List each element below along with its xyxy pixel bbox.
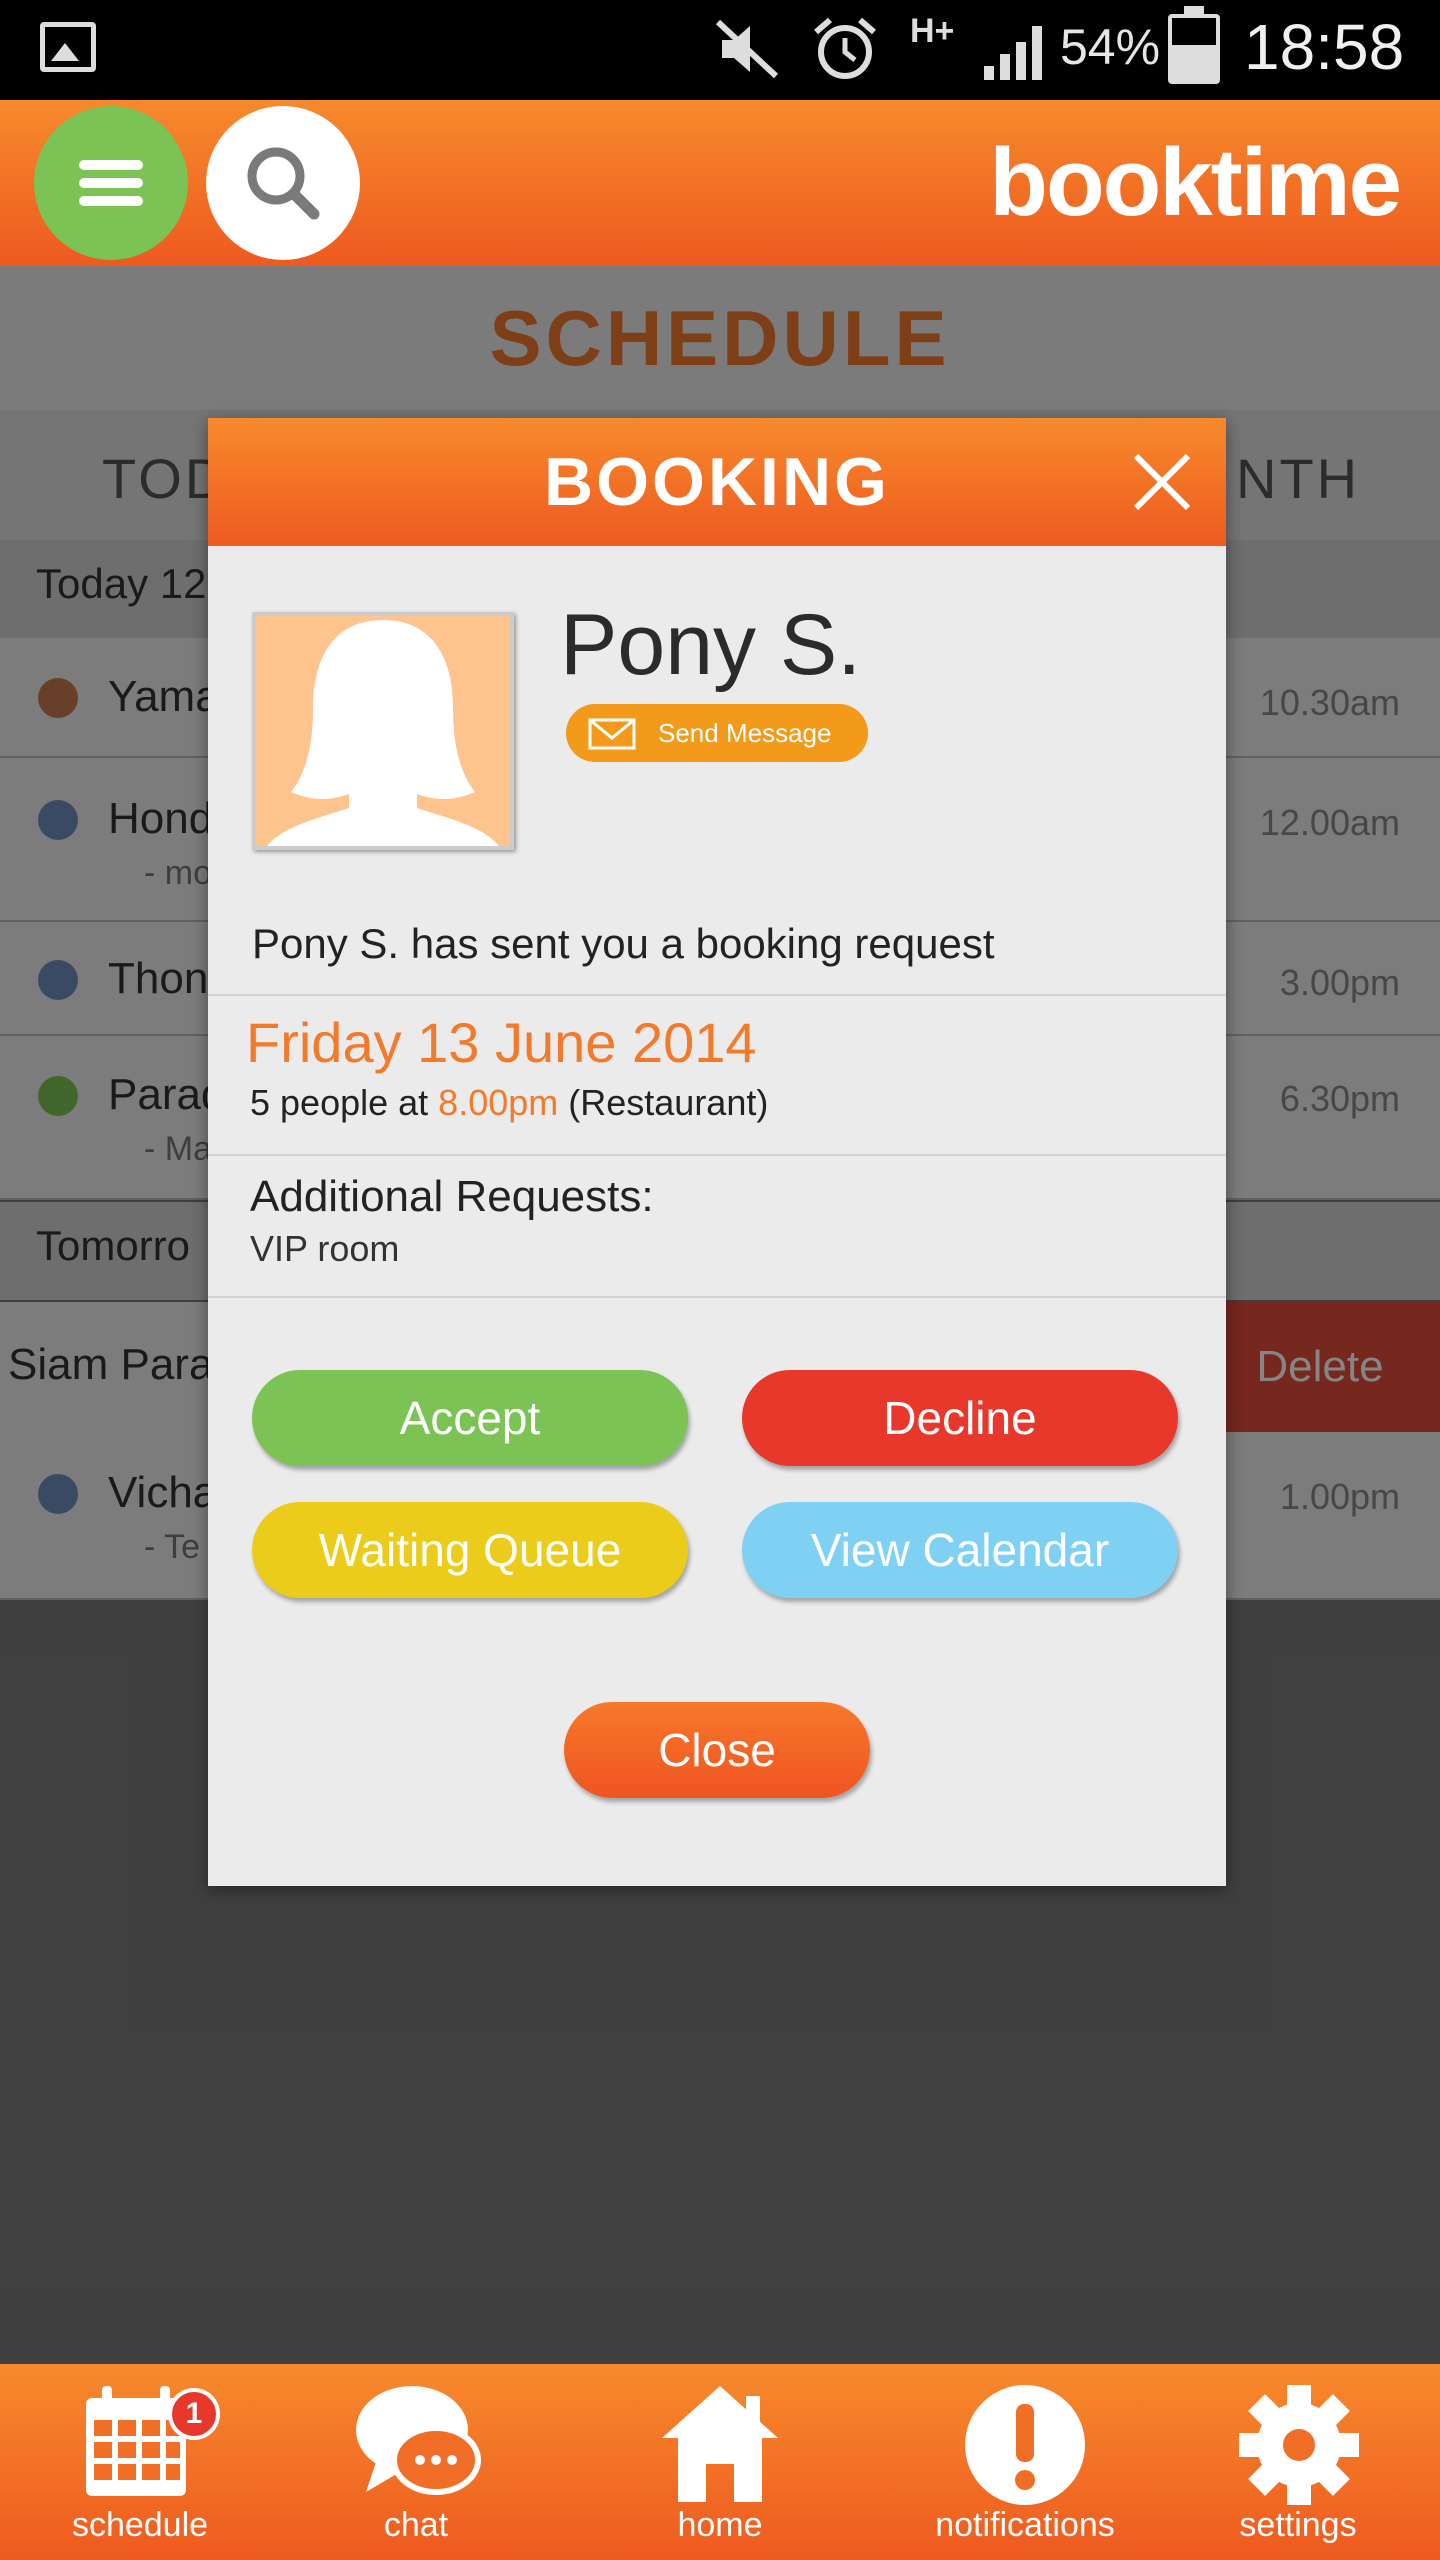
close-icon[interactable]	[1128, 448, 1196, 516]
avatar	[252, 612, 514, 850]
nav-settings[interactable]: settings	[1198, 2364, 1398, 2560]
booking-venue: (Restaurant)	[568, 1082, 769, 1123]
nav-label: settings	[1239, 2506, 1357, 2544]
additional-requests-value: VIP room	[250, 1228, 400, 1269]
nav-label: home	[677, 2506, 763, 2544]
divider	[208, 1296, 1226, 1298]
dialog-header: BOOKING	[208, 418, 1226, 546]
send-message-label: Send Message	[658, 718, 832, 748]
booking-time: 8.00pm	[438, 1082, 559, 1123]
gear-icon	[1239, 2385, 1359, 2505]
nav-label: chat	[383, 2506, 449, 2544]
booking-date: Friday 13 June 2014	[246, 1011, 757, 1074]
nav-home[interactable]: home	[620, 2364, 820, 2560]
signal-icon	[984, 26, 1042, 80]
nav-notifications[interactable]: notifications	[910, 2364, 1140, 2560]
notification-badge: 1	[168, 2388, 220, 2440]
send-message-button[interactable]: Send Message	[566, 704, 868, 762]
exclamation-icon	[965, 2385, 1085, 2505]
menu-button[interactable]	[34, 106, 188, 260]
alarm-icon	[814, 17, 876, 79]
mute-icon	[715, 19, 779, 79]
divider	[208, 994, 1226, 996]
clock: 18:58	[1244, 11, 1405, 83]
person-name: Pony S.	[560, 597, 862, 693]
hamburger-icon	[79, 178, 143, 188]
nav-chat[interactable]: chat	[316, 2364, 516, 2560]
envelope-icon	[588, 718, 636, 750]
accept-button[interactable]: Accept	[252, 1370, 688, 1466]
booking-dialog: BOOKING Pony S. Send Message Pony S. has…	[208, 418, 1226, 1886]
home-icon	[662, 2386, 778, 2502]
chat-bubble-icon	[356, 2386, 481, 2495]
nav-schedule[interactable]: 1 schedule	[40, 2364, 240, 2560]
search-icon	[247, 147, 320, 220]
hamburger-icon	[79, 196, 143, 206]
decline-button[interactable]: Decline	[742, 1370, 1178, 1466]
booking-details: 5 people at 8.00pm (Restaurant)	[250, 1082, 768, 1124]
nav-label: schedule	[71, 2506, 209, 2544]
close-button[interactable]: Close	[564, 1702, 870, 1798]
nav-label: notifications	[935, 2506, 1115, 2544]
hamburger-icon	[79, 160, 143, 170]
network-type: H+	[910, 12, 955, 50]
gallery-notification-icon	[40, 22, 96, 72]
search-button[interactable]	[206, 106, 360, 260]
app-header: booktime	[0, 100, 1440, 266]
dialog-title: BOOKING	[544, 444, 890, 520]
divider	[208, 1154, 1226, 1156]
booking-party: 5 people at	[250, 1082, 429, 1123]
battery-icon	[1168, 6, 1220, 84]
battery-percent: 54%	[1060, 19, 1161, 75]
bottom-nav: 1 schedule chat home notifications setti…	[0, 2364, 1440, 2560]
person-silhouette-icon	[267, 620, 499, 846]
additional-requests-label: Additional Requests:	[250, 1172, 654, 1221]
status-bar: H+ 54% 18:58	[0, 0, 1440, 100]
request-message: Pony S. has sent you a booking request	[252, 920, 995, 967]
waiting-queue-button[interactable]: Waiting Queue	[252, 1502, 688, 1598]
view-calendar-button[interactable]: View Calendar	[742, 1502, 1178, 1598]
brand-logo: booktime	[989, 129, 1402, 236]
